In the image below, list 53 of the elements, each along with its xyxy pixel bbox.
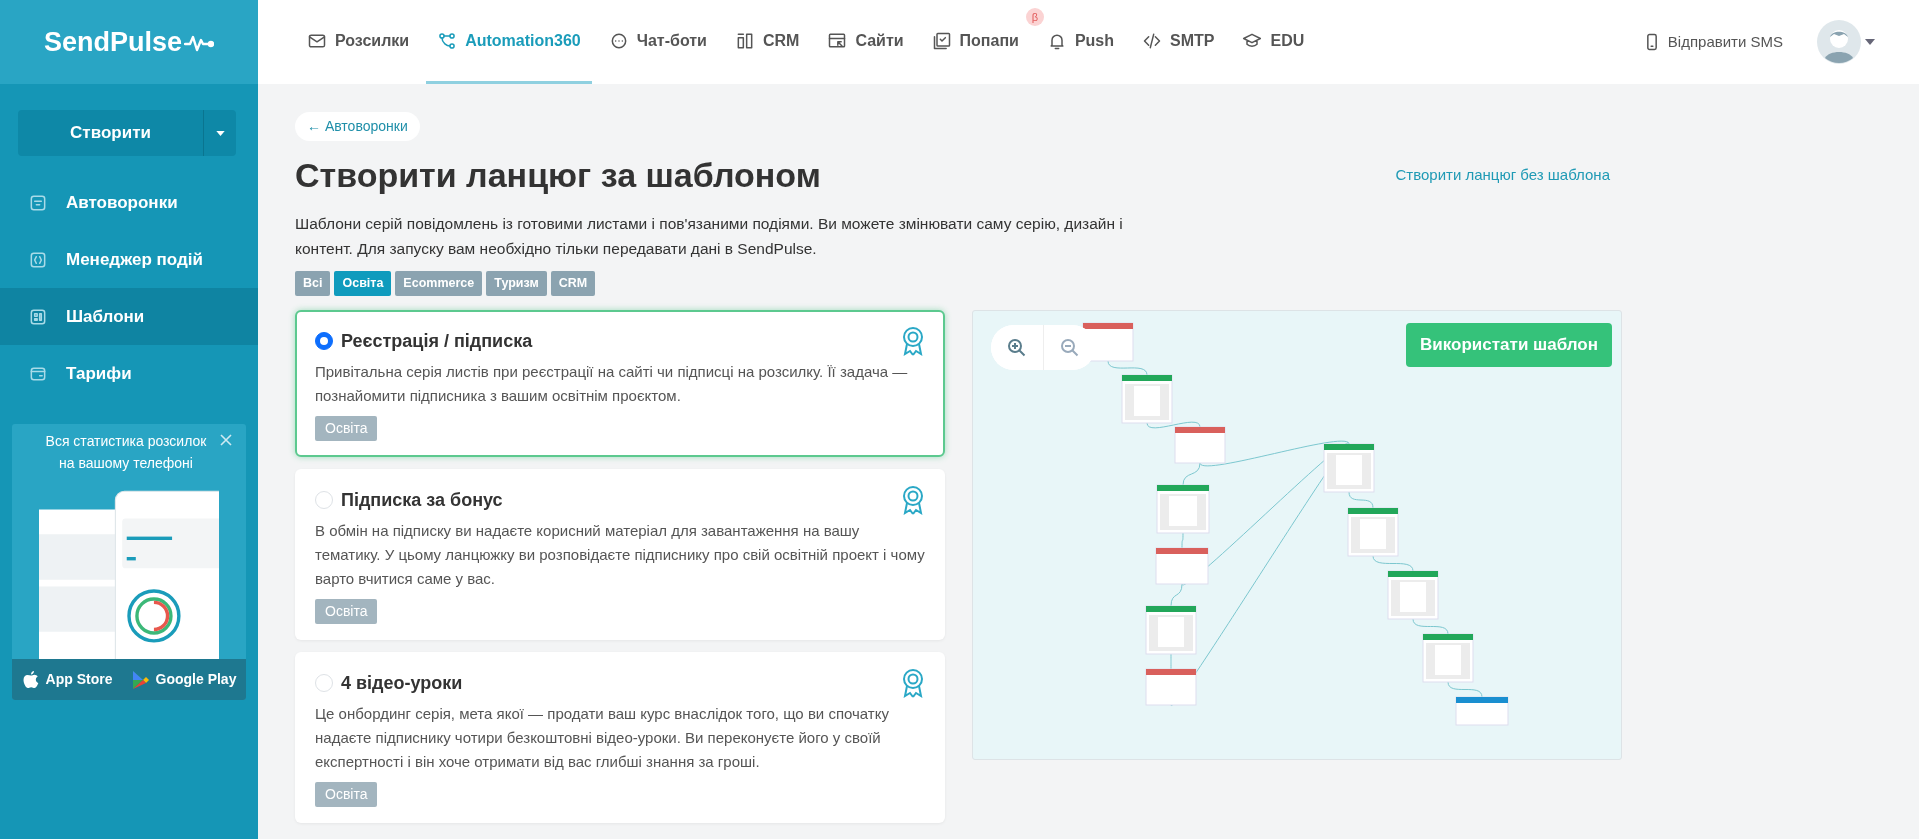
store-link[interactable]: Google Play	[131, 669, 237, 691]
filter-tag[interactable]: CRM	[550, 271, 596, 297]
category-tag: Освіта	[315, 416, 378, 442]
nav-tab[interactable]: SMTP	[1131, 0, 1226, 84]
nodes-icon	[437, 30, 458, 51]
page-title: Створити ланцюг за шаблоном	[295, 155, 821, 196]
template-card[interactable]: Реєстрація / підписка Привітальна серія листів при реєстрації на сайті чи підписці на розсилку. Її задача — познайомити підписника з вашим освітнім проєктом. Освіта	[295, 310, 945, 458]
category-tag: Освіта	[315, 599, 378, 625]
filter-tag[interactable]: Ecommerce	[395, 271, 483, 297]
use-template-button[interactable]: Використати шаблон	[1406, 323, 1612, 367]
template-description: В обмін на підписку ви надаєте корисний матеріал для завантаження на вашу тематику. У цьому ланцюжку ви розповідаєте підписнику про свій освітній проект і чому варто вчитися саме у вас.	[315, 521, 925, 590]
nav-tab[interactable]: EDU	[1231, 0, 1316, 84]
send-sms-link[interactable]: Відправити SMS	[1641, 30, 1783, 54]
template-title: Реєстрація / підписка	[341, 329, 533, 353]
back-link[interactable]: ← Автоворонки	[295, 112, 420, 141]
nav-tab[interactable]: CRM	[723, 0, 811, 84]
sidebar-item[interactable]: Шаблони	[0, 288, 258, 345]
caret-icon[interactable]	[1865, 39, 1875, 45]
promo-title: Вся статистика розсилок на вашому телефоні	[44, 432, 208, 474]
award-ribbon-icon	[901, 485, 925, 516]
template-title: 4 відео-уроки	[341, 671, 463, 695]
caret-icon	[215, 131, 225, 137]
filter-tag[interactable]: Освіта	[334, 271, 392, 297]
avatar-icon[interactable]	[1817, 20, 1861, 64]
sidebar-item[interactable]: Автоворонки	[0, 174, 258, 231]
zoom-in-icon	[1007, 338, 1027, 359]
filter-tag[interactable]: Всі	[295, 271, 331, 297]
play-triangle-icon	[131, 669, 150, 690]
nav-tab[interactable]: Сайти	[816, 0, 915, 84]
sidebar-item[interactable]: Тарифи	[0, 345, 258, 402]
sidebar-item[interactable]: Менеджер подій	[0, 231, 258, 288]
template-card[interactable]	[295, 469, 945, 641]
page-description: Шаблони серій повідомлень із готовими листами і пов'язаними подіями. Ви можете змінювати саму серію, дизайн і контент. Для запуску вам необхідно тільки передавати дані в SendPulse.	[295, 213, 1124, 259]
close-icon[interactable]	[220, 434, 232, 446]
zoom-out-icon	[1059, 338, 1080, 359]
popup-window-icon	[931, 30, 952, 51]
nav-tab[interactable]: Чат-боти	[597, 0, 718, 84]
filter-tag[interactable]: Туризм	[486, 271, 547, 297]
apple-icon	[21, 669, 40, 690]
template-description: Це онбординг серія, мета якої — продати ваш курс внаслідок того, що ви спочатку надаєте підписнику чотири безкоштовні відео-уроки. Ви переконуєте його у своїй експертності і він хоче отримати від вас глибші знання за гроші.	[315, 704, 890, 773]
logo-text: SendPulse	[43, 25, 182, 59]
nav-tab[interactable]: Automation360	[426, 0, 592, 84]
nav-tab[interactable]: Розсилки	[296, 0, 421, 84]
award-ribbon-icon	[901, 668, 925, 699]
template-title: Підписка за бонус	[341, 488, 503, 512]
template-card[interactable]	[295, 652, 945, 824]
store-link[interactable]: App Store	[21, 669, 113, 691]
radio-button[interactable]	[315, 332, 333, 351]
category-tag: Освіта	[315, 782, 378, 808]
template-description: Привітальна серія листів при реєстрації на сайті чи підписці на розсилку. Її задача — познайомити підписника з вашим освітнім проєктом.	[315, 362, 909, 407]
create-without-template-link[interactable]: Створити ланцюг без шаблона	[1395, 164, 1610, 187]
award-ribbon-icon	[901, 326, 925, 357]
beta-badge: β	[1025, 8, 1044, 26]
